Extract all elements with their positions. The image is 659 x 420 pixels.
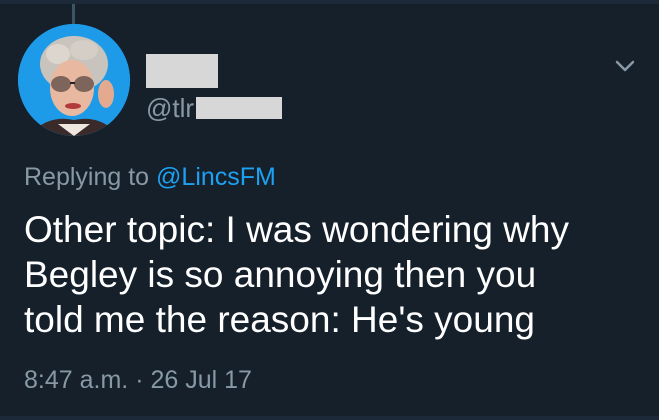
thread-connector-line <box>72 4 75 26</box>
tweet-text-line: told me the reason: He's young <box>24 299 535 340</box>
avatar[interactable] <box>18 24 130 136</box>
redacted-handle <box>196 97 283 119</box>
replying-to: Replying to @LincsFM <box>24 161 276 193</box>
handle-prefix: @tlr <box>146 93 195 123</box>
tweet-card[interactable]: @tlr Replying to @LincsFM Other topic: I… <box>0 0 659 420</box>
tweet-timestamp[interactable]: 8:47 a.m. · 26 Jul 17 <box>24 364 252 396</box>
chevron-down-icon[interactable] <box>612 56 638 76</box>
tweet-text-line: Begley is so annoying then you <box>24 254 537 295</box>
user-handle[interactable]: @tlr <box>146 93 283 123</box>
tweet-text: Other topic: I was wondering why Begley … <box>24 207 644 342</box>
tweet-date: 26 Jul 17 <box>150 366 252 394</box>
tweet-text-line: Other topic: I was wondering why <box>24 209 569 250</box>
redacted-display-name <box>146 54 218 88</box>
reply-prefix-label: Replying to <box>24 163 150 191</box>
timestamp-separator: · <box>135 366 144 394</box>
tweet-time: 8:47 a.m. <box>24 366 129 394</box>
avatar-image <box>18 24 130 136</box>
reply-mention-link[interactable]: @LincsFM <box>156 163 276 191</box>
